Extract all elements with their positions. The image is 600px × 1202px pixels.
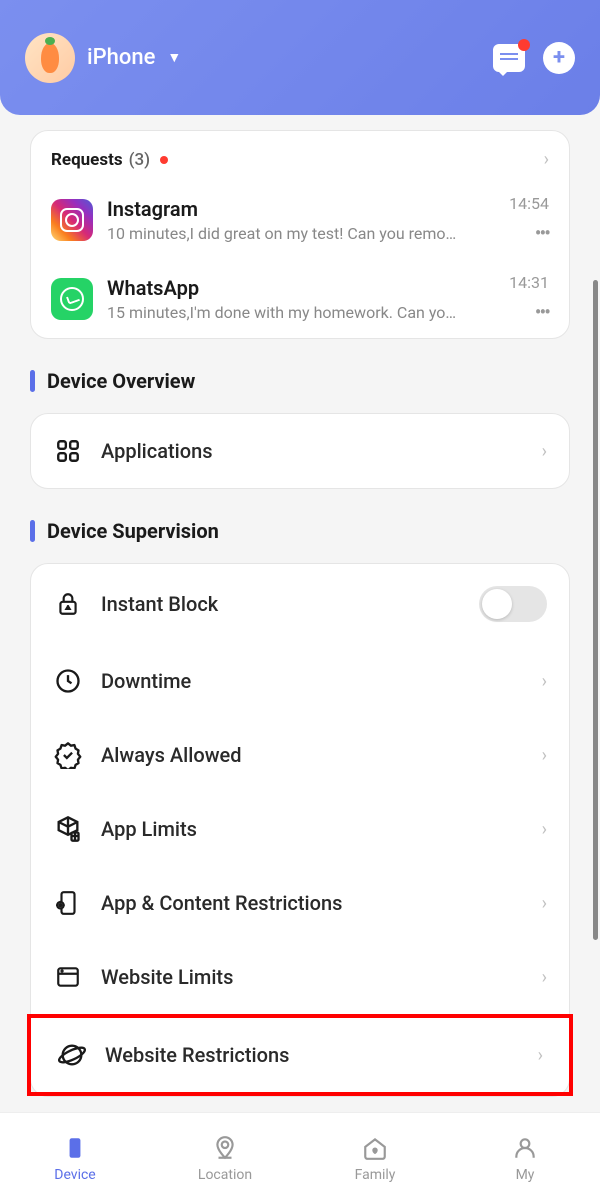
instant-block-item[interactable]: Instant Block bbox=[31, 564, 569, 644]
chevron-right-icon: › bbox=[542, 967, 547, 988]
location-icon bbox=[210, 1133, 240, 1163]
browser-icon bbox=[53, 962, 83, 992]
supervision-section-header: Device Supervision bbox=[30, 519, 570, 543]
more-icon[interactable]: ••• bbox=[535, 221, 549, 245]
chevron-right-icon: › bbox=[544, 149, 549, 170]
planet-icon bbox=[57, 1040, 87, 1070]
section-accent bbox=[30, 520, 35, 542]
request-meta: 14:31 ••• bbox=[509, 273, 549, 324]
unread-dot bbox=[160, 156, 168, 164]
requests-card: Requests (3) › Instagram 10 minutes,I di… bbox=[30, 130, 570, 339]
chevron-right-icon: › bbox=[542, 671, 547, 692]
cube-timer-icon bbox=[53, 814, 83, 844]
chat-icon[interactable] bbox=[493, 44, 525, 72]
chevron-right-icon: › bbox=[542, 819, 547, 840]
section-accent bbox=[30, 370, 35, 392]
app-limits-item[interactable]: App Limits › bbox=[31, 792, 569, 866]
badge-check-icon bbox=[53, 740, 83, 770]
add-button[interactable]: + bbox=[543, 42, 575, 74]
nav-device[interactable]: Device bbox=[0, 1113, 150, 1202]
more-icon[interactable]: ••• bbox=[535, 300, 549, 324]
request-content: Instagram 10 minutes,I did great on my t… bbox=[107, 197, 495, 243]
bottom-navigation: Device Location Family My bbox=[0, 1112, 600, 1202]
instant-block-toggle[interactable] bbox=[479, 586, 547, 622]
chevron-right-icon: › bbox=[538, 1045, 543, 1066]
request-content: WhatsApp 15 minutes,I'm done with my hom… bbox=[107, 276, 495, 322]
scrollbar[interactable] bbox=[593, 280, 598, 940]
applications-item[interactable]: Applications › bbox=[31, 414, 569, 488]
app-content-restrictions-item[interactable]: App & Content Restrictions › bbox=[31, 866, 569, 940]
lock-icon bbox=[53, 589, 83, 619]
website-limits-item[interactable]: Website Limits › bbox=[31, 940, 569, 1014]
app-header: iPhone ▼ + bbox=[0, 0, 600, 115]
request-item-instagram[interactable]: Instagram 10 minutes,I did great on my t… bbox=[31, 180, 569, 259]
header-actions: + bbox=[493, 42, 575, 74]
clock-icon bbox=[53, 666, 83, 696]
always-allowed-item[interactable]: Always Allowed › bbox=[31, 718, 569, 792]
apps-grid-icon bbox=[53, 436, 83, 466]
phone-settings-icon bbox=[53, 888, 83, 918]
main-content: Requests (3) › Instagram 10 minutes,I di… bbox=[0, 115, 600, 1097]
chevron-right-icon: › bbox=[542, 745, 547, 766]
nav-location[interactable]: Location bbox=[150, 1113, 300, 1202]
device-name: iPhone bbox=[87, 45, 155, 70]
website-restrictions-item[interactable]: Website Restrictions › bbox=[27, 1014, 573, 1096]
chevron-right-icon: › bbox=[542, 893, 547, 914]
overview-section-header: Device Overview bbox=[30, 369, 570, 393]
request-meta: 14:54 ••• bbox=[509, 194, 549, 245]
request-item-whatsapp[interactable]: WhatsApp 15 minutes,I'm done with my hom… bbox=[31, 259, 569, 338]
requests-title: Requests (3) bbox=[51, 150, 168, 170]
instagram-icon bbox=[51, 199, 93, 241]
requests-header[interactable]: Requests (3) › bbox=[31, 131, 569, 180]
downtime-item[interactable]: Downtime › bbox=[31, 644, 569, 718]
person-icon bbox=[510, 1133, 540, 1163]
overview-card: Applications › bbox=[30, 413, 570, 489]
notification-dot bbox=[518, 39, 530, 51]
supervision-card: Instant Block Downtime › Always Allowed bbox=[30, 563, 570, 1097]
device-selector[interactable]: iPhone ▼ bbox=[25, 33, 181, 83]
whatsapp-icon bbox=[51, 278, 93, 320]
chevron-down-icon: ▼ bbox=[167, 49, 181, 66]
nav-my[interactable]: My bbox=[450, 1113, 600, 1202]
chevron-right-icon: › bbox=[542, 441, 547, 462]
device-icon bbox=[60, 1133, 90, 1163]
nav-family[interactable]: Family bbox=[300, 1113, 450, 1202]
family-icon bbox=[360, 1133, 390, 1163]
avatar bbox=[25, 33, 75, 83]
